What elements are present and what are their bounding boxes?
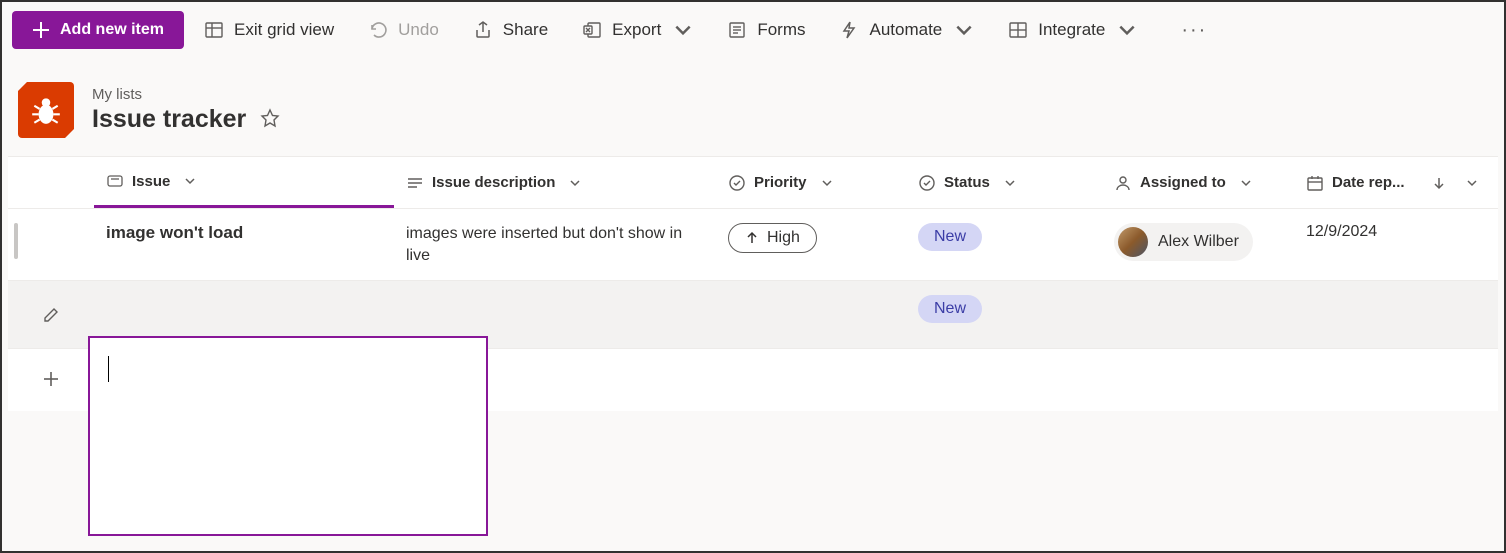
- person-icon: [1114, 174, 1132, 192]
- breadcrumb[interactable]: My lists: [92, 86, 280, 103]
- star-icon: [260, 108, 280, 128]
- issue-edit-textbox[interactable]: [88, 336, 488, 536]
- cell-description[interactable]: images were inserted but don't show in l…: [394, 209, 716, 280]
- text-caret: [108, 356, 109, 382]
- automate-label: Automate: [869, 20, 942, 40]
- share-label: Share: [503, 20, 548, 40]
- column-label: Status: [944, 174, 990, 191]
- chevron-down-icon: [821, 177, 833, 189]
- multiline-icon: [406, 174, 424, 192]
- cell-status[interactable]: New: [906, 281, 1102, 348]
- calendar-icon: [1306, 174, 1324, 192]
- favorite-button[interactable]: [260, 108, 280, 131]
- row-gutter[interactable]: [8, 209, 94, 280]
- column-header-status[interactable]: Status: [906, 157, 1102, 208]
- integrate-icon: [1008, 20, 1028, 40]
- grid-icon: [204, 20, 224, 40]
- column-label: Priority: [754, 174, 807, 191]
- text-field-icon: [106, 172, 124, 190]
- cell-issue[interactable]: image won't load: [94, 209, 394, 280]
- choice-icon: [918, 174, 936, 192]
- forms-button[interactable]: Forms: [713, 10, 819, 50]
- undo-button[interactable]: Undo: [354, 10, 453, 50]
- add-row-button[interactable]: [42, 370, 60, 391]
- add-new-item-button[interactable]: Add new item: [12, 11, 184, 49]
- add-new-item-label: Add new item: [60, 21, 164, 39]
- chevron-down-icon: [1466, 177, 1478, 189]
- exit-grid-view-button[interactable]: Exit grid view: [190, 10, 348, 50]
- priority-pill: High: [728, 223, 817, 253]
- sort-descending-icon: [1432, 176, 1446, 190]
- chevron-down-icon: [1240, 177, 1252, 189]
- priority-label: High: [767, 229, 800, 247]
- cell-status[interactable]: New: [906, 209, 1102, 280]
- issue-title: image won't load: [106, 223, 243, 243]
- date-value: 12/9/2024: [1306, 223, 1377, 241]
- status-pill: New: [918, 223, 982, 251]
- column-label: Issue: [132, 173, 170, 190]
- column-label: Issue description: [432, 174, 555, 191]
- bug-icon: [29, 93, 63, 127]
- issue-description: images were inserted but don't show in l…: [406, 223, 704, 266]
- automate-button[interactable]: Automate: [825, 10, 988, 50]
- undo-icon: [368, 20, 388, 40]
- table-row[interactable]: image won't load images were inserted bu…: [8, 209, 1498, 281]
- person-name: Alex Wilber: [1158, 233, 1239, 251]
- exit-grid-label: Exit grid view: [234, 20, 334, 40]
- export-button[interactable]: Export: [568, 10, 707, 50]
- export-label: Export: [612, 20, 661, 40]
- column-header-date-reported[interactable]: Date rep...: [1294, 157, 1490, 208]
- column-header-assigned-to[interactable]: Assigned to: [1102, 157, 1294, 208]
- list-header: My lists Issue tracker: [2, 58, 1504, 156]
- chevron-down-icon: [184, 175, 196, 187]
- chevron-down-icon: [1117, 20, 1137, 40]
- status-pill: New: [918, 295, 982, 323]
- undo-label: Undo: [398, 20, 439, 40]
- column-label: Assigned to: [1140, 174, 1226, 191]
- list-title: Issue tracker: [92, 105, 246, 134]
- edit-icon: [42, 306, 60, 324]
- plus-icon: [42, 370, 60, 388]
- person-chip: Alex Wilber: [1114, 223, 1253, 261]
- column-header-priority[interactable]: Priority: [716, 157, 906, 208]
- cell-date-reported[interactable]: 12/9/2024: [1294, 209, 1490, 280]
- choice-icon: [728, 174, 746, 192]
- arrow-up-icon: [745, 231, 759, 245]
- forms-label: Forms: [757, 20, 805, 40]
- cell-date-reported[interactable]: [1294, 281, 1490, 348]
- column-header-issue[interactable]: Issue: [94, 157, 394, 208]
- grid-header-row: Issue Issue description Priority Status …: [8, 157, 1498, 209]
- row-indicator: [14, 223, 18, 259]
- cell-assigned-to[interactable]: Alex Wilber: [1102, 209, 1294, 280]
- excel-icon: [582, 20, 602, 40]
- overflow-menu-button[interactable]: ···: [1167, 9, 1221, 52]
- list-app-icon: [18, 82, 74, 138]
- cell-assigned-to[interactable]: [1102, 281, 1294, 348]
- chevron-down-icon: [673, 20, 693, 40]
- cell-priority[interactable]: [716, 281, 906, 348]
- plus-icon: [32, 21, 50, 39]
- column-header-description[interactable]: Issue description: [394, 157, 716, 208]
- chevron-down-icon: [954, 20, 974, 40]
- share-icon: [473, 20, 493, 40]
- share-button[interactable]: Share: [459, 10, 562, 50]
- column-label: Date rep...: [1332, 174, 1405, 191]
- cell-priority[interactable]: High: [716, 209, 906, 280]
- row-gutter[interactable]: [8, 281, 94, 348]
- avatar: [1118, 227, 1148, 257]
- automate-icon: [839, 20, 859, 40]
- forms-icon: [727, 20, 747, 40]
- toolbar: Add new item Exit grid view Undo Share E…: [2, 2, 1504, 58]
- chevron-down-icon: [1004, 177, 1016, 189]
- integrate-label: Integrate: [1038, 20, 1105, 40]
- integrate-button[interactable]: Integrate: [994, 10, 1151, 50]
- chevron-down-icon: [569, 177, 581, 189]
